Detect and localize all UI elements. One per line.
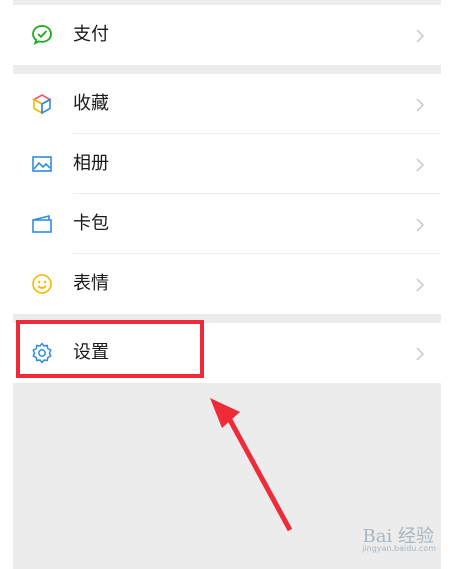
watermark-url: jingyan.baidu.com (362, 544, 436, 553)
annotation-arrow (210, 398, 293, 532)
